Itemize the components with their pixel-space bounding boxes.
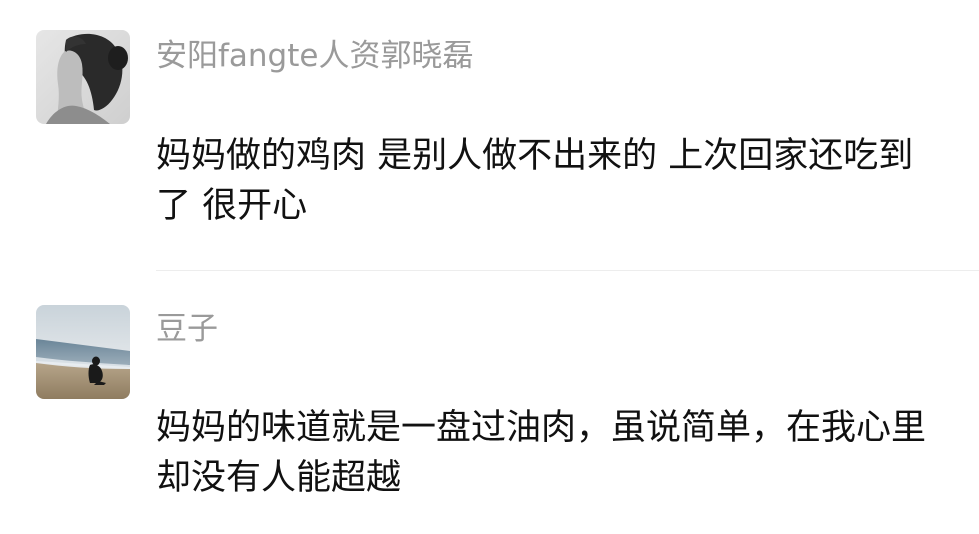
- comment-text: 妈妈的味道就是一盘过油肉，虽说简单，在我心里却没有人能超越: [156, 408, 927, 498]
- comment-item: 安阳fangte人资郭晓磊 妈妈做的鸡肉 是别人做不出来的 上次回家还吃到了 很…: [0, 0, 979, 270]
- comment-text: 妈妈做的鸡肉 是别人做不出来的 上次回家还吃到了 很开心: [156, 136, 914, 226]
- avatar[interactable]: [36, 305, 130, 399]
- avatar[interactable]: [36, 30, 130, 124]
- comment-author[interactable]: 豆子: [156, 309, 218, 349]
- comment-author[interactable]: 安阳fangte人资郭晓磊: [156, 36, 473, 76]
- beach-avatar-image: [36, 305, 130, 399]
- portrait-avatar-image: [36, 30, 130, 124]
- comment-item: 豆子 妈妈的味道就是一盘过油肉，虽说简单，在我心里却没有人能超越: [0, 271, 979, 534]
